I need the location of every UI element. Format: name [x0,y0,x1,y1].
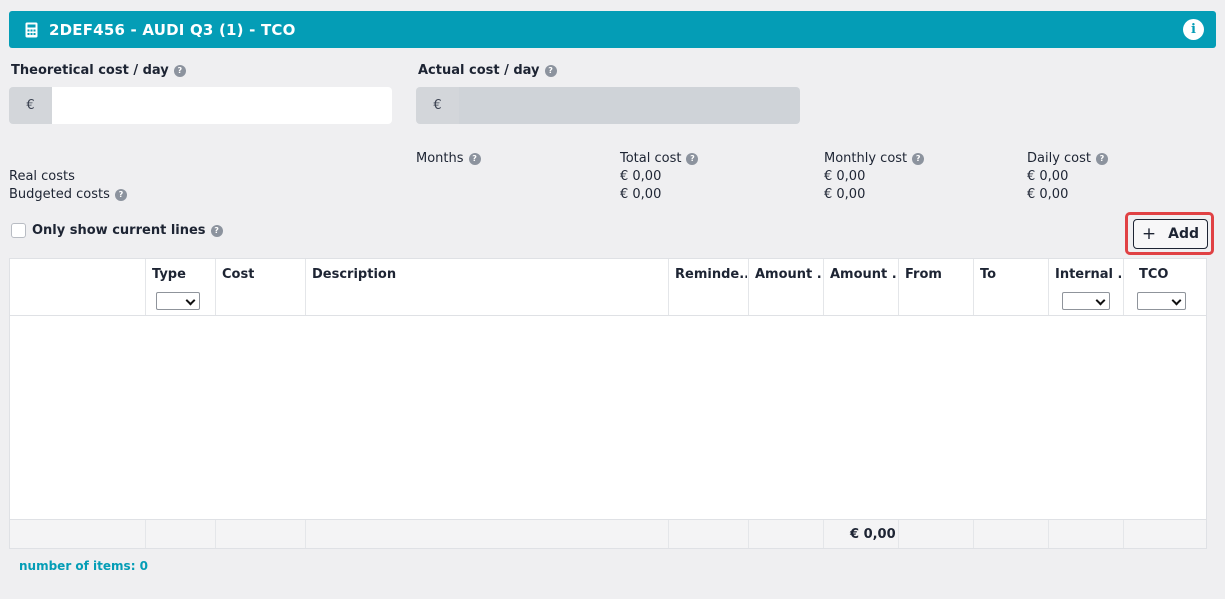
actual-cost-label: Actual cost / day? [418,63,557,78]
help-icon[interactable]: ? [686,152,699,165]
euro-prefix: € [9,87,52,124]
plus-icon: + [1141,224,1157,244]
euro-prefix: € [416,87,459,124]
column-reminder[interactable]: Reminde... [668,259,748,315]
real-costs-label: Real costs [9,169,75,184]
calculator-icon [25,22,38,38]
actual-cost-field: € [416,87,800,124]
help-icon[interactable]: ? [912,152,925,165]
only-current-lines-checkbox[interactable] [11,223,26,238]
add-button[interactable]: + Add [1133,219,1208,249]
monthly-cost-header: Monthly cost? [824,151,925,166]
column-type[interactable]: Type [145,259,215,315]
column-amount-1[interactable]: Amount ... [748,259,823,315]
column-from[interactable]: From [898,259,973,315]
table-header: Type Cost Description Reminde... Amount … [10,259,1206,316]
help-icon[interactable]: ? [1096,152,1108,165]
column-amount-2[interactable]: Amount ... [823,259,898,315]
column-to[interactable]: To [973,259,1048,315]
theoretical-cost-field: € [9,87,392,124]
help-icon[interactable]: ? [210,224,223,237]
budgeted-total-cost: € 0,00 [620,187,662,202]
table-footer: € 0,00 [10,519,1206,548]
help-icon[interactable]: ? [544,64,557,77]
column-tco[interactable]: TCO [1123,259,1208,315]
column-internal[interactable]: Internal ... [1048,259,1123,315]
theoretical-cost-input[interactable] [52,87,392,124]
type-filter-select[interactable] [156,292,200,310]
help-icon[interactable]: ? [173,64,186,77]
column-cost[interactable]: Cost [215,259,305,315]
months-header: Months? [416,151,481,166]
actual-cost-input [459,87,800,124]
column-description[interactable]: Description [305,259,668,315]
only-current-lines-label: Only show current lines [32,223,206,238]
daily-cost-header: Daily cost? [1027,151,1108,166]
real-monthly-cost: € 0,00 [824,169,866,184]
internal-filter-select[interactable] [1062,292,1110,310]
real-total-cost: € 0,00 [620,169,662,184]
add-button-label: Add [1168,226,1200,242]
page-header: 2DEF456 - AUDI Q3 (1) - TCO i [9,11,1216,48]
info-icon[interactable]: i [1183,19,1204,40]
budgeted-monthly-cost: € 0,00 [824,187,866,202]
help-icon[interactable]: ? [114,188,127,201]
tco-filter-select[interactable] [1137,292,1186,310]
budgeted-daily-cost: € 0,00 [1027,187,1069,202]
footer-amount-total: € 0,00 [850,527,896,542]
tco-lines-table: Type Cost Description Reminde... Amount … [9,258,1207,549]
items-count: number of items: 0 [19,559,149,573]
real-daily-cost: € 0,00 [1027,169,1069,184]
budgeted-costs-label: Budgeted costs? [9,187,127,202]
help-icon[interactable]: ? [468,152,481,165]
theoretical-cost-label: Theoretical cost / day? [11,63,186,78]
total-cost-header: Total cost? [620,151,699,166]
only-current-lines-filter: Only show current lines ? [11,223,223,238]
page-title: 2DEF456 - AUDI Q3 (1) - TCO [49,20,296,39]
